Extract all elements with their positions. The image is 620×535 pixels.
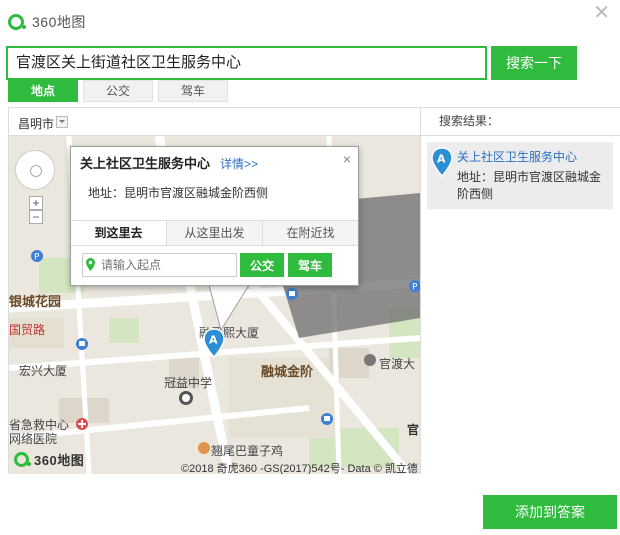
city-label: 昌明市 [18, 117, 55, 131]
map-logo: 360地图 [14, 450, 84, 469]
map-label-hospital: 网络医院 [9, 432, 58, 446]
map-canvas[interactable]: 昌明市 + − 银城花园 国贸路 宏兴大厦 融晋熙大厦 融城金阶 冠益中学 省急… [9, 108, 420, 474]
result-pin-icon: A [431, 147, 453, 177]
start-point-input[interactable] [82, 253, 237, 277]
map-label-zhuwei: 翘尾巴童子鸡 [211, 444, 284, 458]
close-icon[interactable]: ✕ [593, 0, 610, 25]
pan-control[interactable] [15, 150, 55, 190]
location-pin-icon [86, 258, 95, 271]
map-copyright: ©2018 奇虎360 -GS(2017)542号- Data © 凯立德 [181, 463, 418, 474]
map-label-guandu: 官渡大 [379, 357, 416, 371]
tab-place[interactable]: 地点 [8, 80, 78, 102]
bus-stop-icon [321, 413, 333, 425]
add-to-answer-button[interactable]: 添加到答案 [483, 495, 617, 529]
popup-pointer [209, 284, 250, 332]
popup-detail-link[interactable]: 详情>> [220, 155, 258, 172]
logo-text: 360地图 [32, 14, 86, 30]
results-title: 搜索结果： [421, 108, 620, 136]
svg-text:P: P [412, 283, 418, 293]
info-popup: 关上社区卫生服务中心 详情>> × 地址：昆明市官渡区融城金阶西侧 到这里去 从… [70, 146, 359, 286]
school-icon [179, 391, 193, 405]
popup-tabs: 到这里去 从这里出发 在附近找 [71, 220, 358, 246]
tab-search-nearby[interactable]: 在附近找 [262, 221, 358, 245]
map-logo-text: 360地图 [34, 453, 85, 468]
parking-icon: P [31, 250, 43, 262]
route-drive-button[interactable]: 驾车 [288, 253, 332, 277]
map-label-guanyi: 冠益中学 [164, 376, 213, 390]
map-label-garden: 银城花园 [9, 294, 62, 309]
results-panel: 搜索结果： A 关上社区卫生服务中心 地址：昆明市官渡区融城金阶西侧 [420, 108, 620, 474]
map-label-hongxing: 宏兴大厦 [19, 364, 68, 378]
tab-start-here[interactable]: 从这里出发 [166, 221, 262, 245]
route-bus-button[interactable]: 公交 [240, 253, 284, 277]
bus-stop-icon [286, 288, 298, 300]
logo-ring-icon [8, 14, 26, 30]
zoom-in-button[interactable]: + [29, 196, 43, 210]
search-input[interactable]: 官渡区关上街道社区卫生服务中心 [6, 46, 487, 80]
map-logo-ring-icon [14, 452, 31, 467]
hospital-icon [76, 418, 88, 430]
search-button[interactable]: 搜索一下 [491, 46, 577, 80]
result-name-link[interactable]: 关上社区卫生服务中心 [457, 148, 577, 165]
city-dropdown-icon[interactable] [56, 116, 68, 128]
map-label-road: 国贸路 [9, 323, 46, 337]
popup-address: 地址：昆明市官渡区融城金阶西侧 [88, 186, 269, 200]
app-logo: 360地图 [8, 12, 86, 32]
popup-title: 关上社区卫生服务中心 [80, 156, 211, 171]
map-label-guan: 官 [407, 423, 420, 437]
bus-stop-icon [76, 338, 88, 350]
restaurant-icon [198, 442, 210, 454]
tab-drive[interactable]: 驾车 [158, 80, 228, 102]
tab-bus[interactable]: 公交 [83, 80, 153, 102]
popup-close-icon[interactable]: × [343, 151, 351, 167]
result-item[interactable]: A 关上社区卫生服务中心 地址：昆明市官渡区融城金阶西侧 [427, 142, 613, 209]
mode-tabs: 地点 公交 驾车 [8, 80, 228, 102]
result-pin-letter: A [437, 153, 446, 166]
zoom-out-button[interactable]: − [29, 210, 43, 224]
svg-text:P: P [34, 253, 40, 263]
map-label-yinchengjiepan: 融城金阶 [261, 364, 314, 379]
building-icon [364, 354, 376, 366]
marker-letter: A [209, 334, 218, 347]
tab-go-here[interactable]: 到这里去 [71, 221, 166, 245]
map-panel: 昌明市 + − 银城花园 国贸路 宏兴大厦 融晋熙大厦 融城金阶 冠益中学 省急… [8, 107, 620, 474]
result-address: 地址：昆明市官渡区融城金阶西侧 [457, 170, 602, 201]
map-toolbar: 昌明市 [9, 108, 420, 136]
map-zoom-control: + − [15, 150, 55, 224]
parking-icon: P [409, 280, 420, 292]
